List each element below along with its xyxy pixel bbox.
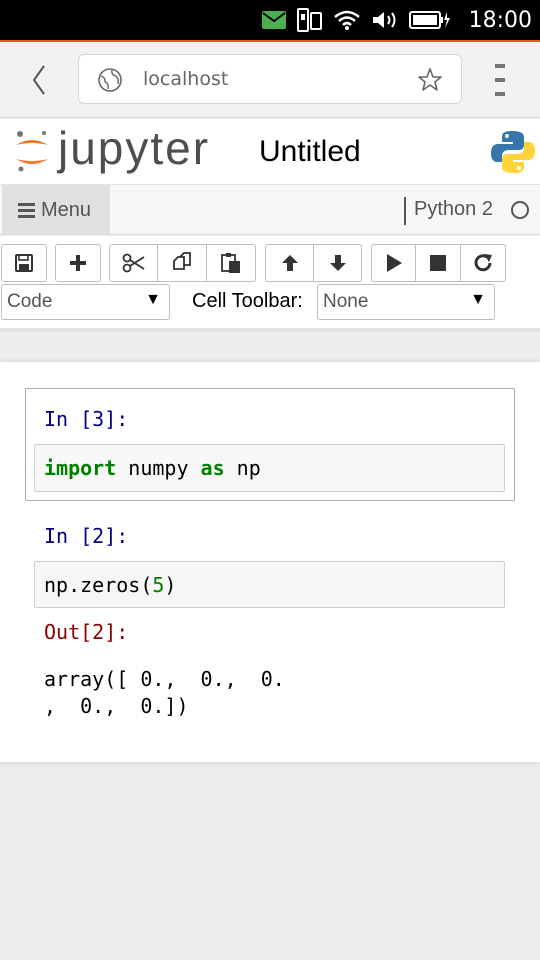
- mail-icon: [261, 10, 287, 30]
- dropdown-arrow-icon: ▼: [470, 291, 486, 308]
- dual-sim-icon: [296, 8, 323, 32]
- notebook-container: In [3]: import numpy as np In [2]: np.ze…: [0, 362, 540, 762]
- code-text: numpy: [116, 456, 201, 480]
- clock: 18:00: [468, 7, 532, 33]
- browser-bar: localhost: [0, 42, 540, 118]
- volume-icon: [371, 9, 399, 31]
- move-down-button[interactable]: [313, 244, 362, 282]
- arrow-up-icon: [281, 255, 298, 271]
- code-text: np.zeros(: [44, 572, 153, 597]
- kernel-status-icon: [511, 201, 529, 219]
- code-text: np: [224, 456, 261, 480]
- browser-menu-button[interactable]: [490, 64, 510, 96]
- cell-type-select[interactable]: Code ▼: [1, 284, 170, 320]
- plus-icon: [70, 255, 86, 271]
- python-logo-icon: [490, 129, 536, 179]
- move-up-button[interactable]: [265, 244, 314, 282]
- bookmark-star-icon[interactable]: [417, 67, 443, 97]
- menu-label: Menu: [41, 198, 92, 221]
- code-keyword: as: [200, 456, 225, 480]
- output-prompt: Out[2]:: [44, 620, 129, 644]
- run-icon: [386, 254, 402, 272]
- run-button[interactable]: [371, 244, 416, 282]
- code-keyword: import: [44, 456, 117, 480]
- cell-toolbar-label: Cell Toolbar:: [192, 290, 303, 312]
- stop-icon: [430, 255, 446, 271]
- insert-cell-button[interactable]: [55, 244, 101, 282]
- code-text: ): [164, 572, 177, 597]
- restart-button[interactable]: [460, 244, 506, 282]
- dropdown-arrow-icon: ▼: [145, 291, 161, 308]
- jupyter-brand[interactable]: jupyter: [58, 121, 210, 175]
- cell-output: array([ 0., 0., 0. , 0., 0.]): [44, 666, 285, 720]
- code-number: 5: [152, 572, 165, 597]
- code-input[interactable]: np.zeros(5): [34, 561, 505, 608]
- kernel-name[interactable]: Python 2: [414, 198, 493, 221]
- back-button[interactable]: [24, 62, 54, 98]
- kebab-dot: [495, 64, 505, 68]
- cut-button[interactable]: [109, 244, 158, 282]
- cut-icon: [122, 253, 144, 273]
- wifi-icon: [333, 9, 361, 31]
- arrow-down-icon: [329, 255, 346, 271]
- notebook-title[interactable]: Untitled: [259, 135, 361, 169]
- paste-button[interactable]: [206, 244, 256, 282]
- code-input[interactable]: import numpy as np: [34, 444, 505, 492]
- input-prompt: In [2]:: [44, 524, 129, 548]
- cell-type-value: Code: [7, 291, 53, 312]
- jupyter-header: jupyter Untitled: [0, 119, 540, 185]
- url-bar[interactable]: localhost: [78, 54, 462, 104]
- status-bar: 18:00: [0, 0, 540, 40]
- cell-toolbar-value: None: [323, 291, 369, 312]
- chevron-left-icon: [32, 65, 45, 95]
- output-line: , 0., 0.]): [44, 694, 189, 718]
- kebab-dot: [495, 78, 505, 82]
- restart-icon: [474, 254, 492, 272]
- jupyter-logo-icon[interactable]: [14, 129, 50, 177]
- cell-toolbar-select[interactable]: None ▼: [317, 284, 495, 320]
- menu-button[interactable]: Menu: [2, 185, 110, 235]
- battery-charging-icon: [408, 10, 451, 30]
- kebab-dot: [495, 92, 505, 96]
- hamburger-icon: [18, 202, 35, 218]
- url-text[interactable]: localhost: [143, 68, 228, 90]
- copy-icon: [173, 252, 191, 270]
- save-icon: [15, 254, 33, 272]
- menu-bar: Menu Python 2: [0, 185, 540, 235]
- kernel-divider: [404, 197, 406, 225]
- globe-icon: [97, 67, 123, 97]
- stop-button[interactable]: [415, 244, 461, 282]
- save-button[interactable]: [1, 244, 47, 282]
- notebook-toolbar: Code ▼ None ▼: [0, 236, 540, 332]
- paste-icon: [221, 253, 240, 273]
- copy-button[interactable]: [157, 244, 207, 282]
- output-line: array([ 0., 0., 0.: [44, 667, 285, 691]
- input-prompt: In [3]:: [44, 407, 129, 431]
